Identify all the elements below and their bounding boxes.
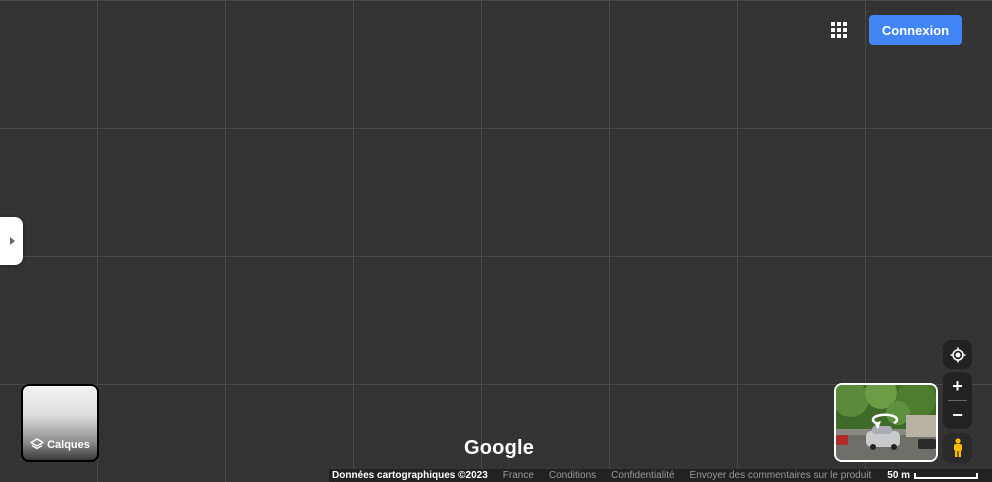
- my-location-button[interactable]: [943, 340, 972, 369]
- layers-label: Calques: [47, 439, 90, 451]
- pegman-icon: [953, 438, 962, 457]
- layers-button[interactable]: Calques: [21, 384, 99, 462]
- terms-link[interactable]: Conditions: [549, 470, 596, 481]
- layers-icon: [30, 438, 44, 450]
- side-panel-toggle[interactable]: [0, 217, 23, 265]
- apps-grid-icon[interactable]: [827, 18, 851, 42]
- map-footer: Données cartographiques ©2023 France Con…: [329, 469, 992, 482]
- pegman-button[interactable]: [943, 433, 972, 463]
- country-link[interactable]: France: [503, 470, 534, 481]
- zoom-in-button[interactable]: +: [943, 372, 972, 400]
- google-logo: Google: [464, 437, 535, 459]
- my-location-icon: [950, 347, 965, 362]
- street-view-thumbnail[interactable]: [834, 383, 938, 462]
- chevron-right-icon: [10, 237, 15, 245]
- zoom-controls: + −: [943, 372, 972, 429]
- signin-button[interactable]: Connexion: [869, 15, 962, 45]
- street-view-image: [836, 385, 936, 460]
- scale-bar: [914, 472, 979, 479]
- map-data-attribution[interactable]: Données cartographiques ©2023: [332, 470, 488, 481]
- scale-label: 50 m: [887, 470, 911, 481]
- scale-control[interactable]: 50 m: [887, 470, 979, 481]
- privacy-link[interactable]: Confidentialité: [611, 470, 674, 481]
- zoom-out-button[interactable]: −: [943, 401, 972, 429]
- feedback-link[interactable]: Envoyer des commentaires sur le produit: [690, 470, 872, 481]
- layers-label-row: Calques: [23, 438, 97, 452]
